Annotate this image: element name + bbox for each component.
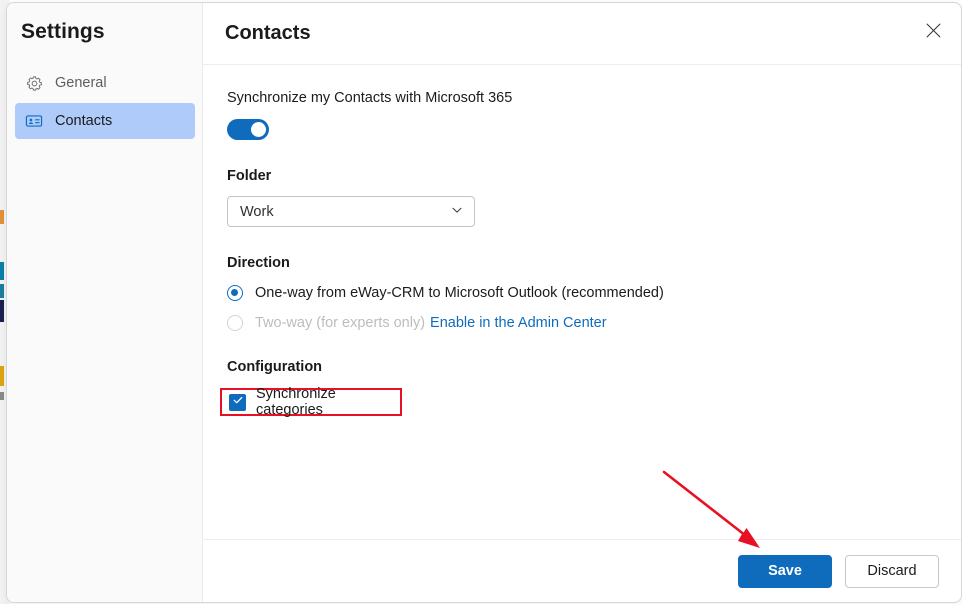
gear-icon bbox=[25, 74, 43, 92]
sidebar-item-general-label: General bbox=[55, 74, 107, 91]
save-button[interactable]: Save bbox=[738, 554, 832, 588]
backdrop-segment-3 bbox=[0, 300, 4, 322]
synchronize-categories-label: Synchronize categories bbox=[256, 386, 336, 418]
direction-option-one-way[interactable]: One-way from eWay-CRM to Microsoft Outlo… bbox=[227, 285, 937, 301]
sidebar-item-contacts-label: Contacts bbox=[55, 112, 113, 129]
settings-content: Synchronize my Contacts with Microsoft 3… bbox=[203, 64, 961, 538]
checkmark-icon bbox=[232, 393, 244, 411]
dialog-header: Contacts bbox=[203, 3, 961, 65]
close-button[interactable] bbox=[915, 16, 951, 50]
backdrop-segment-5 bbox=[0, 392, 4, 400]
synchronize-categories-checkbox[interactable] bbox=[229, 393, 246, 411]
page-title: Contacts bbox=[225, 22, 311, 44]
backdrop-segment-2 bbox=[0, 284, 4, 298]
enable-admin-center-link[interactable]: Enable in the Admin Center bbox=[430, 315, 607, 331]
settings-sidebar: Settings General Contacts bbox=[7, 3, 203, 602]
direction-option-two-way[interactable]: Two-way (for experts only) Enable in the… bbox=[227, 315, 937, 331]
backdrop-segment-1 bbox=[0, 262, 4, 280]
sync-contacts-label: Synchronize my Contacts with Microsoft 3… bbox=[227, 90, 513, 106]
sidebar-item-contacts[interactable]: Contacts bbox=[15, 103, 195, 139]
folder-dropdown[interactable]: Work bbox=[227, 196, 475, 227]
direction-option-two-way-label: Two-way (for experts only) bbox=[255, 315, 426, 331]
sidebar-nav: General Contacts bbox=[15, 65, 195, 141]
sidebar-title: Settings bbox=[21, 20, 105, 43]
sidebar-item-general[interactable]: General bbox=[15, 65, 195, 101]
radio-one-way[interactable] bbox=[227, 285, 243, 301]
highlight-rectangle: Synchronize categories bbox=[220, 386, 402, 418]
configuration-label: Configuration bbox=[227, 359, 323, 375]
sync-contacts-toggle[interactable] bbox=[227, 119, 269, 140]
direction-label: Direction bbox=[227, 255, 290, 271]
folder-dropdown-value: Work bbox=[240, 203, 274, 220]
folder-label: Folder bbox=[227, 168, 272, 184]
backdrop-segment-4 bbox=[0, 366, 4, 386]
settings-dialog: Settings General Contacts Contacts Synch… bbox=[6, 2, 962, 603]
toggle-knob bbox=[251, 122, 266, 137]
backdrop-segment-0 bbox=[0, 210, 4, 224]
direction-option-one-way-label: One-way from eWay-CRM to Microsoft Outlo… bbox=[255, 285, 664, 301]
close-icon bbox=[926, 23, 941, 43]
contact-card-icon bbox=[25, 112, 43, 130]
chevron-down-icon bbox=[450, 203, 464, 221]
discard-button[interactable]: Discard bbox=[845, 554, 939, 588]
dialog-footer: Save Discard bbox=[203, 539, 961, 602]
radio-two-way[interactable] bbox=[227, 315, 243, 331]
